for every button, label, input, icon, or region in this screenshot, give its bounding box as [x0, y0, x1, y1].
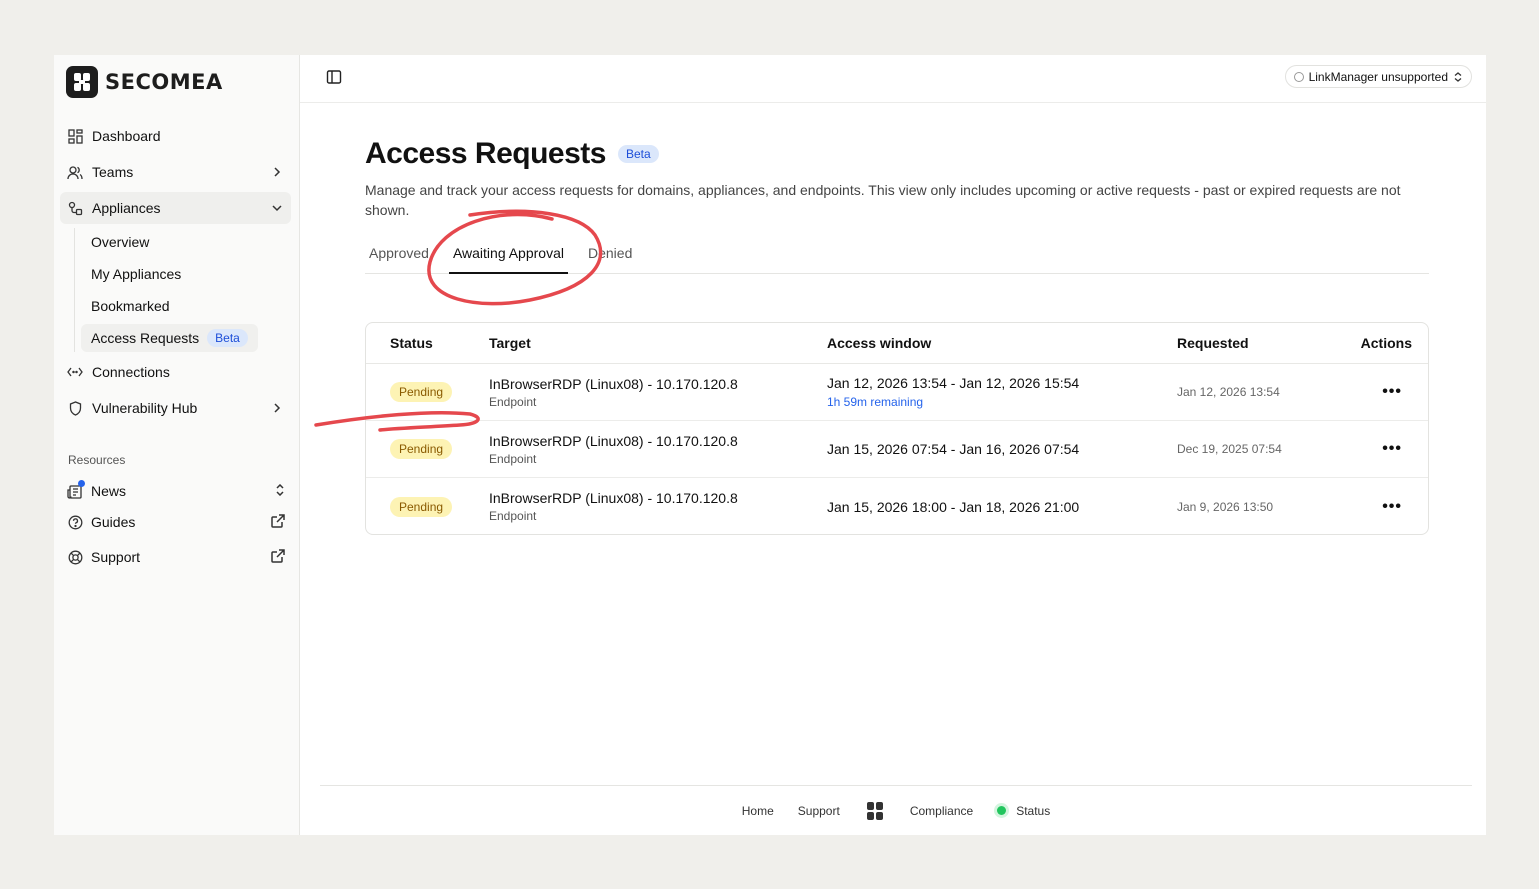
code-icon	[66, 363, 84, 381]
sidebar-item-label: Teams	[92, 164, 134, 180]
tab-approved[interactable]: Approved	[365, 237, 433, 274]
chevron-updown-icon	[275, 483, 285, 499]
linkmanager-select[interactable]: LinkManager unsupported	[1284, 65, 1472, 88]
target-type: Endpoint	[489, 394, 537, 409]
linkmanager-label: LinkManager unsupported	[1308, 69, 1448, 84]
target-type: Endpoint	[489, 509, 537, 523]
sidebar-item-appliances[interactable]: Appliances	[60, 192, 291, 224]
subnav-bookmarked[interactable]: Bookmarked	[81, 292, 241, 320]
sidebar-item-label: Dashboard	[92, 128, 161, 144]
page-title-text: Access Requests	[365, 137, 606, 170]
shield-icon	[66, 399, 84, 417]
more-actions-icon[interactable]: •••	[1382, 498, 1412, 515]
table-header: Status Target Access window Requested Ac…	[366, 323, 1428, 364]
footer-status-link[interactable]: Status	[997, 804, 1050, 818]
requested-date: Jan 9, 2026 13:50	[1177, 499, 1274, 514]
footer-compliance-link[interactable]: Compliance	[910, 804, 973, 818]
header-target: Target	[489, 335, 531, 351]
resource-guides[interactable]: Guides	[60, 507, 291, 537]
access-window: Jan 15, 2026 07:54 - Jan 16, 2026 07:54	[827, 441, 1080, 457]
brand-name: SECOMEA	[105, 70, 223, 94]
brand-logo[interactable]: SECOMEA	[66, 66, 223, 98]
external-link-icon	[271, 548, 285, 566]
sidebar: SECOMEA Dashboard Teams Appliances Overv…	[54, 55, 300, 835]
header-status: Status	[390, 335, 433, 351]
resources-label: Resources	[68, 453, 126, 467]
sidebar-item-dashboard[interactable]: Dashboard	[60, 120, 291, 152]
beta-badge: Beta	[207, 329, 248, 347]
footer-home-link[interactable]: Home	[742, 804, 774, 818]
beta-badge: Beta	[617, 145, 659, 163]
chevron-right-icon	[269, 400, 285, 416]
header-actions: Actions	[1360, 335, 1412, 351]
target-name: InBrowserRDP (Linux08) - 10.170.120.8	[489, 432, 738, 449]
lifebuoy-icon	[66, 548, 84, 566]
status-badge: Pending	[390, 496, 453, 517]
sidebar-item-label: Appliances	[92, 200, 161, 216]
sidebar-item-teams[interactable]: Teams	[60, 156, 291, 188]
resource-label: Guides	[91, 514, 136, 530]
status-ok-icon	[997, 806, 1007, 815]
external-link-icon	[271, 513, 285, 531]
access-window: Jan 12, 2026 13:54 - Jan 12, 2026 15:54	[827, 375, 1080, 391]
access-requests-table: Status Target Access window Requested Ac…	[365, 322, 1429, 535]
app-window: SECOMEA Dashboard Teams Appliances Overv…	[54, 55, 1486, 835]
footer-status-label: Status	[1016, 803, 1051, 818]
table-row[interactable]: Pending InBrowserRDP (Linux08) - 10.170.…	[366, 478, 1428, 534]
target-name: InBrowserRDP (Linux08) - 10.170.120.8	[489, 490, 738, 506]
secomea-logo-icon	[864, 800, 886, 822]
access-window: Jan 15, 2026 18:00 - Jan 18, 2026 21:00	[827, 498, 1080, 515]
chevron-updown-icon	[1454, 71, 1462, 82]
more-actions-icon[interactable]: •••	[1382, 440, 1412, 457]
status-badge: Pending	[390, 382, 453, 402]
status-circle-icon	[1293, 71, 1304, 82]
tab-awaiting-approval[interactable]: Awaiting Approval	[448, 237, 568, 274]
chevron-down-icon	[269, 200, 285, 216]
resource-label: Support	[91, 549, 141, 565]
main-content: LinkManager unsupported Access Requests …	[300, 55, 1486, 835]
status-tabs: Approved Awaiting Approval Denied	[365, 237, 1429, 274]
requested-date: Jan 12, 2026 13:54	[1177, 385, 1280, 399]
sidebar-item-vulnerability-hub[interactable]: Vulnerability Hub	[60, 392, 291, 424]
target-name: InBrowserRDP (Linux08) - 10.170.120.8	[489, 375, 738, 392]
sidebar-item-label: Connections	[92, 364, 170, 380]
subnav-overview[interactable]: Overview	[81, 228, 241, 256]
page-title: Access Requests Beta	[365, 137, 659, 171]
footer: Home Support Compliance Status	[320, 785, 1472, 835]
top-bar: LinkManager unsupported	[300, 55, 1486, 103]
resource-news[interactable]: News	[60, 476, 291, 506]
appliances-icon	[66, 199, 84, 217]
subnav-access-requests[interactable]: Access Requests Beta	[81, 324, 258, 352]
users-icon	[66, 163, 84, 181]
subnav-my-appliances[interactable]: My Appliances	[81, 260, 241, 288]
sidebar-toggle-icon[interactable]	[326, 69, 342, 85]
target-type: Endpoint	[489, 451, 537, 466]
table-row[interactable]: Pending InBrowserRDP (Linux08) - 10.170.…	[366, 364, 1428, 421]
subnav-label: Access Requests	[91, 330, 200, 346]
footer-support-link[interactable]: Support	[798, 804, 840, 818]
help-circle-icon	[66, 513, 84, 531]
secomea-logo-icon	[66, 66, 98, 98]
sidebar-item-label: Vulnerability Hub	[92, 400, 198, 416]
status-badge: Pending	[390, 439, 453, 459]
requested-date: Dec 19, 2025 07:54	[1177, 442, 1282, 456]
sidebar-item-connections[interactable]: Connections	[60, 356, 291, 388]
table-row[interactable]: Pending InBrowserRDP (Linux08) - 10.170.…	[366, 421, 1428, 478]
time-remaining: 1h 59m remaining	[827, 395, 924, 409]
header-requested: Requested	[1177, 335, 1249, 351]
more-actions-icon[interactable]: •••	[1382, 383, 1412, 400]
sidebar-nav: Dashboard Teams Appliances Overview My A…	[60, 120, 291, 428]
chevron-right-icon	[269, 164, 285, 180]
resource-support[interactable]: Support	[60, 542, 291, 572]
newspaper-icon	[66, 480, 85, 500]
tab-denied[interactable]: Denied	[584, 237, 636, 274]
appliances-subnav: Overview My Appliances Bookmarked Access…	[74, 228, 291, 352]
header-access-window: Access window	[827, 335, 932, 351]
dashboard-icon	[66, 127, 84, 145]
resource-label: News	[91, 483, 127, 499]
page-description: Manage and track your access requests fo…	[365, 182, 1401, 218]
